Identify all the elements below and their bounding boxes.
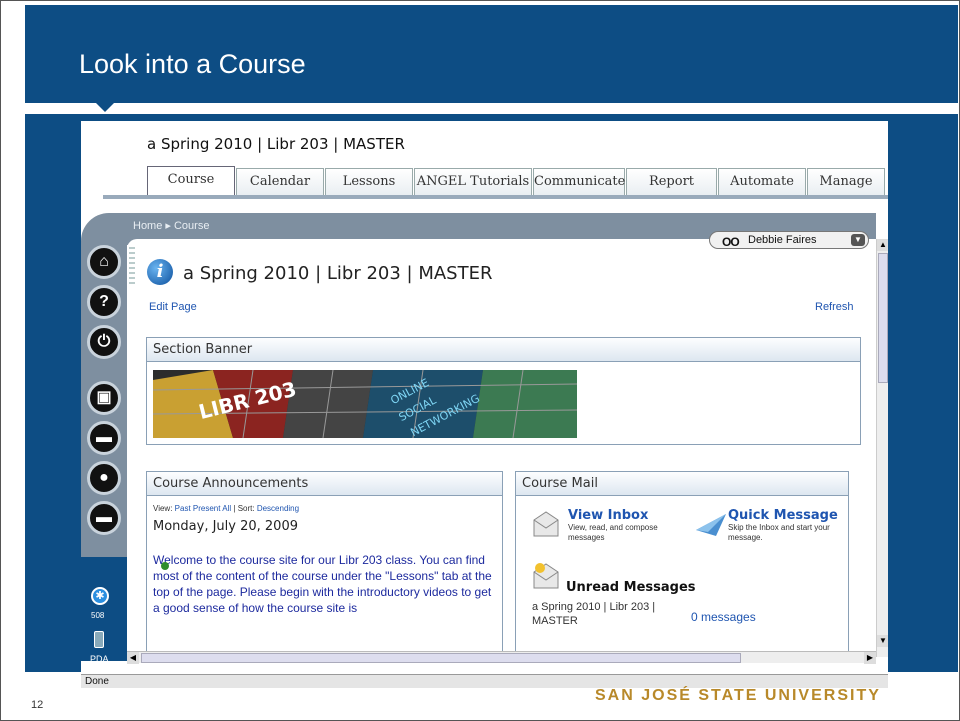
tab-manage[interactable]: Manage (807, 168, 885, 195)
scroll-up-icon[interactable]: ▲ (877, 239, 888, 251)
scroll-left-icon[interactable]: ◀ (127, 652, 139, 664)
tab-course[interactable]: Course (147, 166, 235, 195)
tab-strip (103, 195, 888, 199)
vertical-scrollbar[interactable]: ▲ ▼ (876, 239, 888, 657)
view-all-link[interactable]: All (222, 504, 231, 513)
course-name: a Spring 2010 | Libr 203 | MASTER (147, 135, 405, 153)
chat-icon[interactable]: ▬ (87, 501, 121, 535)
view-inbox-item[interactable]: View Inbox View, read, and compose messa… (568, 508, 658, 543)
user-menu[interactable]: OO Debbie Faires ▼ (709, 231, 869, 249)
course-mail-panel: Course Mail View Inbox View, read, and c… (515, 471, 849, 657)
status-text: Done (85, 676, 109, 687)
quick-message-link[interactable]: Quick Message (728, 508, 838, 523)
power-icon[interactable]: ⏻ (87, 325, 121, 359)
scroll-thumb[interactable] (878, 253, 888, 383)
tab-angel-tutorials[interactable]: ANGEL Tutorials (414, 168, 532, 195)
tab-calendar[interactable]: Calendar (236, 168, 324, 195)
tab-communicate[interactable]: Communicate (533, 168, 625, 195)
tab-report[interactable]: Report (626, 168, 717, 195)
accessibility-icon[interactable]: ✱ (91, 587, 109, 605)
page-title: a Spring 2010 | Libr 203 | MASTER (183, 263, 493, 284)
view-inbox-desc: View, read, and compose messages (568, 523, 658, 542)
sort-descending-link[interactable]: Descending (257, 504, 299, 513)
breadcrumb-home[interactable]: Home (133, 220, 162, 232)
sort-label: | Sort: (233, 504, 255, 513)
accessibility-label: 508 (91, 611, 105, 620)
panel-title: Course Announcements (147, 472, 502, 496)
breadcrumb-separator-icon: ▸ (165, 220, 174, 232)
slide-title: Look into a Course (79, 49, 306, 79)
quick-message-desc: Skip the Inbox and start your message. (728, 523, 830, 542)
home-icon[interactable]: ⌂ (87, 245, 121, 279)
slide: Look into a Course a Spring 2010 | Libr … (0, 0, 960, 721)
panel-title: Section Banner (147, 338, 860, 362)
announcement-text: Welcome to the course site for our Libr … (153, 553, 492, 615)
slide-number: 12 (31, 699, 44, 711)
refresh-link[interactable]: Refresh (815, 301, 854, 313)
envelope-icon (533, 511, 559, 537)
tab-lessons[interactable]: Lessons (325, 168, 413, 195)
view-inbox-link[interactable]: View Inbox (568, 508, 658, 523)
glasses-icon: OO (722, 235, 740, 249)
course-tabs: Course Calendar Lessons ANGEL Tutorials … (147, 166, 886, 196)
hscroll-thumb[interactable] (141, 653, 741, 663)
view-past-link[interactable]: Past (175, 504, 191, 513)
title-notch (95, 102, 115, 112)
horizontal-scrollbar[interactable]: ◀ ▶ (127, 651, 876, 664)
drag-handle[interactable] (129, 247, 135, 287)
scroll-down-icon[interactable]: ▼ (877, 635, 888, 647)
rail-bottom (81, 557, 127, 661)
scroll-right-icon[interactable]: ▶ (864, 652, 876, 664)
folder-icon[interactable]: ▬ (87, 421, 121, 455)
panel-title: Course Mail (516, 472, 848, 496)
dropdown-arrow-icon[interactable]: ▼ (851, 234, 865, 246)
unread-messages-title: Unread Messages (566, 580, 696, 595)
help-icon[interactable]: ? (87, 285, 121, 319)
pda-icon[interactable] (94, 631, 104, 648)
quick-message-item[interactable]: Quick Message Skip the Inbox and start y… (728, 508, 838, 543)
university-name: SAN JOSÉ STATE UNIVERSITY (595, 687, 881, 704)
tab-automate[interactable]: Automate (718, 168, 806, 195)
globe-icon (161, 562, 169, 570)
section-banner-panel: Section Banner LIBR 203 ONLINE SOCIAL NE… (146, 337, 861, 445)
unread-envelope-icon (533, 563, 559, 589)
user-name: Debbie Faires (748, 234, 817, 246)
course-header: a Spring 2010 | Libr 203 | MASTER Course… (103, 121, 888, 213)
announcement-date: Monday, July 20, 2009 (153, 519, 298, 534)
pda-label: PDA (90, 654, 109, 664)
view-filter: View: Past Present All | Sort: Descendin… (153, 504, 502, 513)
status-bar: Done (81, 674, 888, 688)
profile-icon[interactable]: ● (87, 461, 121, 495)
unread-count-link[interactable]: 0 messages (691, 610, 756, 624)
breadcrumb: Home ▸ Course (133, 219, 209, 232)
breadcrumb-current: Course (173, 220, 210, 232)
announcements-panel: Course Announcements View: Past Present … (146, 471, 503, 657)
paper-plane-icon (696, 514, 726, 536)
edit-page-link[interactable]: Edit Page (149, 301, 197, 313)
section-banner-image: LIBR 203 ONLINE SOCIAL NETWORKING (153, 370, 577, 438)
briefcase-icon[interactable]: ▣ (87, 381, 121, 415)
browser-screenshot: a Spring 2010 | Libr 203 | MASTER Course… (81, 121, 888, 688)
banner-graphic: LIBR 203 ONLINE SOCIAL NETWORKING (153, 370, 577, 438)
main-content: OO Debbie Faires ▼ i a Spring 2010 | Lib… (127, 231, 876, 657)
info-icon: i (147, 259, 173, 285)
unread-course-name: a Spring 2010 | Libr 203 | MASTER (532, 601, 656, 627)
view-label: View: (153, 504, 173, 513)
view-present-link[interactable]: Present (193, 504, 221, 513)
